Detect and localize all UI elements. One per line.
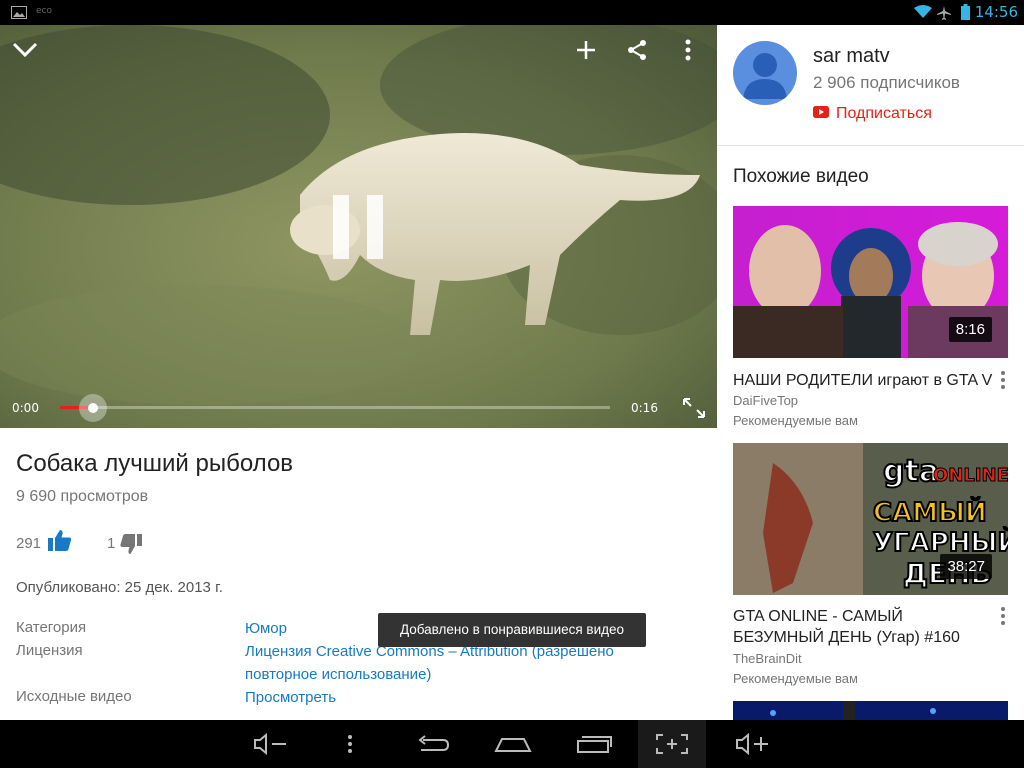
source-videos-link[interactable]: Просмотреть bbox=[245, 686, 665, 709]
collapse-chevron-icon[interactable] bbox=[12, 41, 38, 64]
share-icon[interactable] bbox=[626, 39, 648, 66]
thumb-text-online: ONLINE bbox=[933, 465, 1008, 486]
system-nav-bar bbox=[0, 720, 1024, 768]
fullscreen-icon[interactable] bbox=[682, 397, 706, 424]
screenshot-icon[interactable] bbox=[652, 720, 692, 768]
publish-date: Опубликовано: 25 дек. 2013 г. bbox=[16, 579, 223, 596]
video-duration: 38:27 bbox=[940, 554, 992, 579]
battery-icon bbox=[961, 4, 970, 25]
thumb-text-gta: gta bbox=[883, 454, 939, 489]
category-label: Категория bbox=[16, 619, 87, 636]
right-panel: sar matv 2 906 подписчиков Подписаться П… bbox=[717, 25, 1024, 720]
related-video-title[interactable]: НАШИ РОДИТЕЛИ играют в GTA V bbox=[733, 370, 995, 391]
youtube-logo-icon bbox=[813, 105, 829, 123]
subscriber-count: 2 906 подписчиков bbox=[813, 73, 960, 92]
toast-message: Добавлено в понравившиеся видео bbox=[378, 613, 646, 647]
recent-apps-icon[interactable] bbox=[573, 720, 615, 768]
related-video-channel: DaiFiveTop bbox=[733, 393, 799, 408]
related-video-thumbnail[interactable]: gta ONLINE САМЫЙ УГАРНЫЙ ДЕНЬ 38:27 bbox=[733, 443, 1008, 595]
total-time: 0:16 bbox=[631, 401, 658, 415]
eco-label: eco bbox=[36, 6, 52, 16]
license-label: Лицензия bbox=[16, 642, 83, 659]
channel-card: sar matv 2 906 подписчиков Подписаться bbox=[717, 25, 1024, 146]
recommended-label: Рекомендуемые вам bbox=[733, 671, 858, 686]
view-count: 9 690 просмотров bbox=[16, 488, 149, 505]
related-videos-heading: Похожие видео bbox=[733, 166, 869, 187]
gallery-notification-icon bbox=[11, 6, 27, 24]
like-count: 291 bbox=[16, 535, 42, 552]
menu-icon[interactable] bbox=[340, 720, 360, 768]
recommended-label: Рекомендуемые вам bbox=[733, 413, 858, 428]
more-options-icon[interactable] bbox=[997, 606, 1009, 626]
more-options-icon[interactable] bbox=[684, 39, 692, 66]
back-icon[interactable] bbox=[412, 720, 454, 768]
channel-name[interactable]: sar matv bbox=[813, 45, 890, 68]
pause-icon[interactable] bbox=[333, 195, 385, 264]
thumbs-up-icon[interactable] bbox=[48, 529, 72, 556]
video-info-panel: Собака лучший рыболов 9 690 просмотров 2… bbox=[0, 428, 717, 720]
video-duration: 8:16 bbox=[948, 317, 992, 342]
player-top-bar bbox=[0, 25, 717, 80]
related-video-channel: TheBrainDit bbox=[733, 651, 802, 666]
wifi-icon bbox=[914, 5, 932, 24]
seek-bar[interactable] bbox=[60, 406, 610, 409]
subscribe-button[interactable]: Подписаться bbox=[813, 104, 932, 124]
more-options-icon[interactable] bbox=[997, 370, 1009, 390]
airplane-mode-icon bbox=[936, 5, 952, 26]
related-video-title[interactable]: GTA ONLINE - САМЫЙ БЕЗУМНЫЙ ДЕНЬ (Угар) … bbox=[733, 606, 995, 648]
volume-up-icon[interactable] bbox=[732, 720, 772, 768]
subscribe-label: Подписаться bbox=[836, 105, 932, 122]
source-videos-label: Исходные видео bbox=[16, 688, 132, 705]
add-to-playlist-icon[interactable] bbox=[575, 39, 597, 66]
thumbs-down-icon[interactable] bbox=[120, 534, 142, 559]
clock: 14:56 bbox=[974, 3, 1018, 21]
thumbnail-image bbox=[733, 701, 1008, 720]
dislike-count: 1 bbox=[107, 535, 116, 552]
current-time: 0:00 bbox=[12, 401, 39, 415]
video-title: Собака лучший рыболов bbox=[16, 450, 294, 477]
seek-handle[interactable] bbox=[88, 403, 98, 413]
related-video-thumbnail[interactable] bbox=[733, 701, 1008, 720]
channel-avatar[interactable] bbox=[733, 41, 797, 105]
volume-down-icon[interactable] bbox=[250, 720, 290, 768]
thumb-text-1: САМЫЙ bbox=[873, 496, 987, 528]
related-video-thumbnail[interactable]: 8:16 bbox=[733, 206, 1008, 358]
status-bar: eco 14:56 bbox=[0, 0, 1024, 25]
video-player[interactable]: 0:00 0:16 bbox=[0, 25, 717, 428]
home-icon[interactable] bbox=[492, 720, 534, 768]
